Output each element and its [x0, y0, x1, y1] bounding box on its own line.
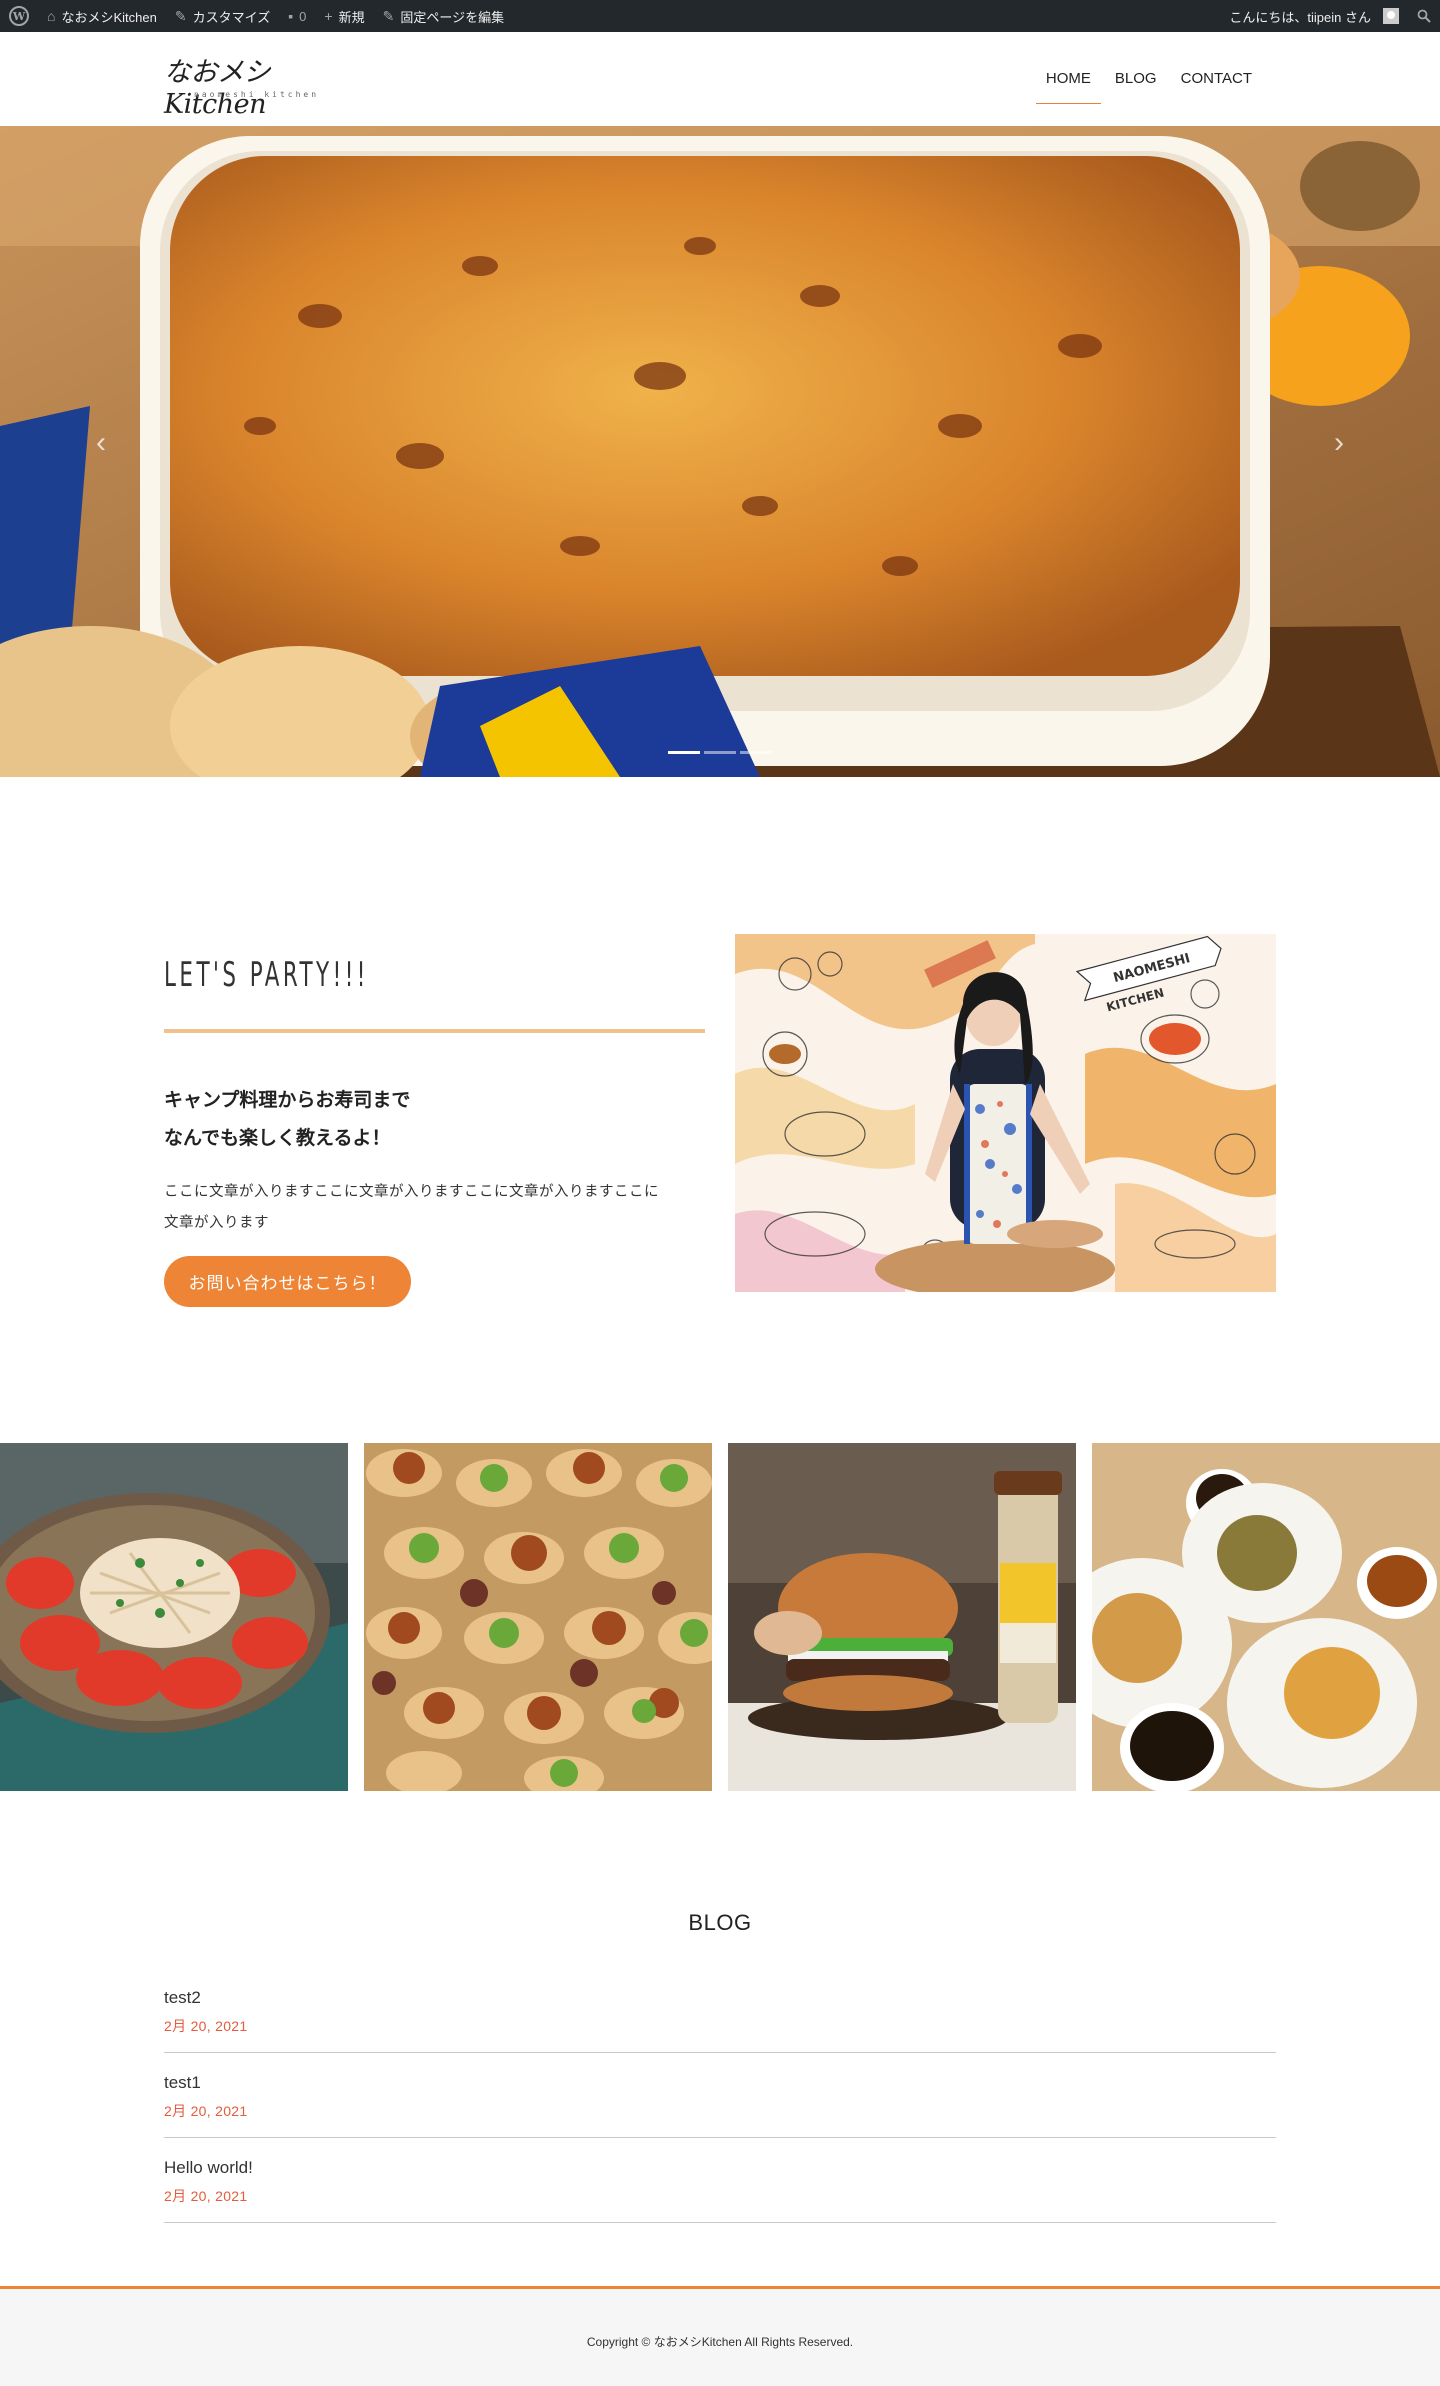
slider-indicators	[668, 751, 772, 754]
main-nav: HOME BLOG CONTACT	[1034, 32, 1264, 126]
blog-heading: BLOG	[688, 1910, 752, 1935]
gallery-image-burger[interactable]	[728, 1443, 1076, 1791]
new-label: 新規	[338, 9, 365, 25]
slider-next-arrow[interactable]: ›	[1334, 426, 1344, 460]
post-date: 2月 20, 2021	[164, 2103, 248, 2119]
party-title: LET'S PARTY!!!	[164, 955, 369, 995]
contact-button[interactable]: お問い合わせはこちら！	[164, 1256, 411, 1307]
party-section: LET'S PARTY!!! キャンプ料理からお寿司まで なんでも楽しく教えるよ…	[164, 955, 705, 1307]
nav-home[interactable]: HOME	[1034, 32, 1103, 126]
list-item: Hello world! 2月 20, 2021	[164, 2138, 1276, 2223]
post-date: 2月 20, 2021	[164, 2188, 248, 2204]
party-lead-line-1: キャンプ料理からお寿司まで	[164, 1090, 411, 1111]
copyright-text: Copyright © なおメシKitchen All Rights Reser…	[586, 2335, 854, 2349]
dashboard-icon: ⌂	[47, 8, 56, 24]
greeting-label: こんにちは、tiipein さん	[1229, 9, 1371, 25]
party-body-line-2: 文章が入ります	[164, 1215, 269, 1231]
gallery-image-muffins[interactable]	[1092, 1443, 1440, 1791]
comments-count: 0	[299, 8, 307, 24]
party-body: ここに文章が入りますここに文章が入りますここに文章が入りますここに 文章が入りま…	[164, 1177, 705, 1239]
slider-indicator-1[interactable]	[668, 751, 700, 754]
blog-list: test2 2月 20, 2021 test1 2月 20, 2021 Hell…	[164, 1968, 1276, 2223]
plus-icon: +	[324, 8, 333, 24]
hero-slider: ‹ ›	[0, 126, 1440, 777]
comment-icon: ▪	[288, 8, 294, 24]
admin-bar-comments[interactable]: ▪ 0	[279, 0, 315, 32]
party-illustration-image: NAOMESHI KITCHEN	[735, 934, 1276, 1292]
admin-bar-account[interactable]: こんにちは、tiipein さん	[1220, 0, 1408, 32]
party-divider	[164, 1029, 705, 1033]
admin-bar-new[interactable]: + 新規	[315, 0, 373, 32]
gallery-image-salad[interactable]	[0, 1443, 348, 1791]
admin-bar: W ⌂ なおメシKitchen ✎ カスタマイズ ▪ 0 + 新規 ✎ 固定ペー…	[0, 0, 1440, 32]
burger-image	[728, 1443, 1076, 1791]
wordpress-menu[interactable]: W	[0, 0, 38, 32]
list-item: test2 2月 20, 2021	[164, 1968, 1276, 2053]
chevron-left-icon: ‹	[96, 426, 106, 459]
edit-page-label: 固定ページを編集	[400, 9, 505, 25]
slider-prev-arrow[interactable]: ‹	[96, 426, 106, 460]
post-title-link[interactable]: test1	[164, 2073, 201, 2093]
hero-gratin-image	[0, 126, 1440, 777]
nav-blog[interactable]: BLOG	[1103, 32, 1169, 126]
search-icon	[1417, 9, 1431, 23]
customize-label: カスタマイズ	[192, 9, 271, 25]
admin-bar-customize[interactable]: ✎ カスタマイズ	[166, 0, 279, 32]
site-header: なおメシKitchen naomeshi kitchen HOME BLOG C…	[0, 32, 1440, 126]
paintbrush-icon: ✎	[174, 8, 187, 24]
nav-contact[interactable]: CONTACT	[1169, 32, 1264, 126]
food-gallery	[0, 1443, 1440, 1791]
post-title-link[interactable]: Hello world!	[164, 2158, 253, 2178]
party-illustration: NAOMESHI KITCHEN	[735, 934, 1276, 1292]
admin-bar-search[interactable]	[1408, 0, 1440, 32]
list-item: test1 2月 20, 2021	[164, 2053, 1276, 2138]
chevron-right-icon: ›	[1334, 426, 1344, 459]
muffins-image	[1092, 1443, 1440, 1791]
salad-image	[0, 1443, 348, 1791]
admin-bar-site-name[interactable]: ⌂ なおメシKitchen	[38, 0, 166, 32]
slider-indicator-2[interactable]	[704, 751, 736, 754]
admin-bar-edit-page[interactable]: ✎ 固定ページを編集	[374, 0, 513, 32]
party-body-line-1: ここに文章が入りますここに文章が入りますここに文章が入りますここに	[164, 1184, 659, 1200]
pencil-icon: ✎	[382, 8, 395, 24]
slider-indicator-3[interactable]	[740, 751, 772, 754]
wordpress-logo-icon: W	[9, 6, 29, 26]
gallery-image-canapes[interactable]	[364, 1443, 712, 1791]
post-title-link[interactable]: test2	[164, 1988, 201, 2008]
party-lead-line-2: なんでも楽しく教えるよ！	[164, 1128, 391, 1149]
site-footer: Copyright © なおメシKitchen All Rights Reser…	[0, 2286, 1440, 2386]
party-lead: キャンプ料理からお寿司まで なんでも楽しく教えるよ！	[164, 1082, 705, 1158]
logo-subtext: naomeshi kitchen	[194, 90, 320, 99]
logo-text: なおメシKitchen	[164, 57, 271, 120]
canapes-image	[364, 1443, 712, 1791]
site-logo[interactable]: なおメシKitchen naomeshi kitchen	[164, 50, 344, 120]
post-date: 2月 20, 2021	[164, 2018, 248, 2034]
site-name-label: なおメシKitchen	[61, 9, 157, 25]
avatar	[1383, 8, 1399, 24]
